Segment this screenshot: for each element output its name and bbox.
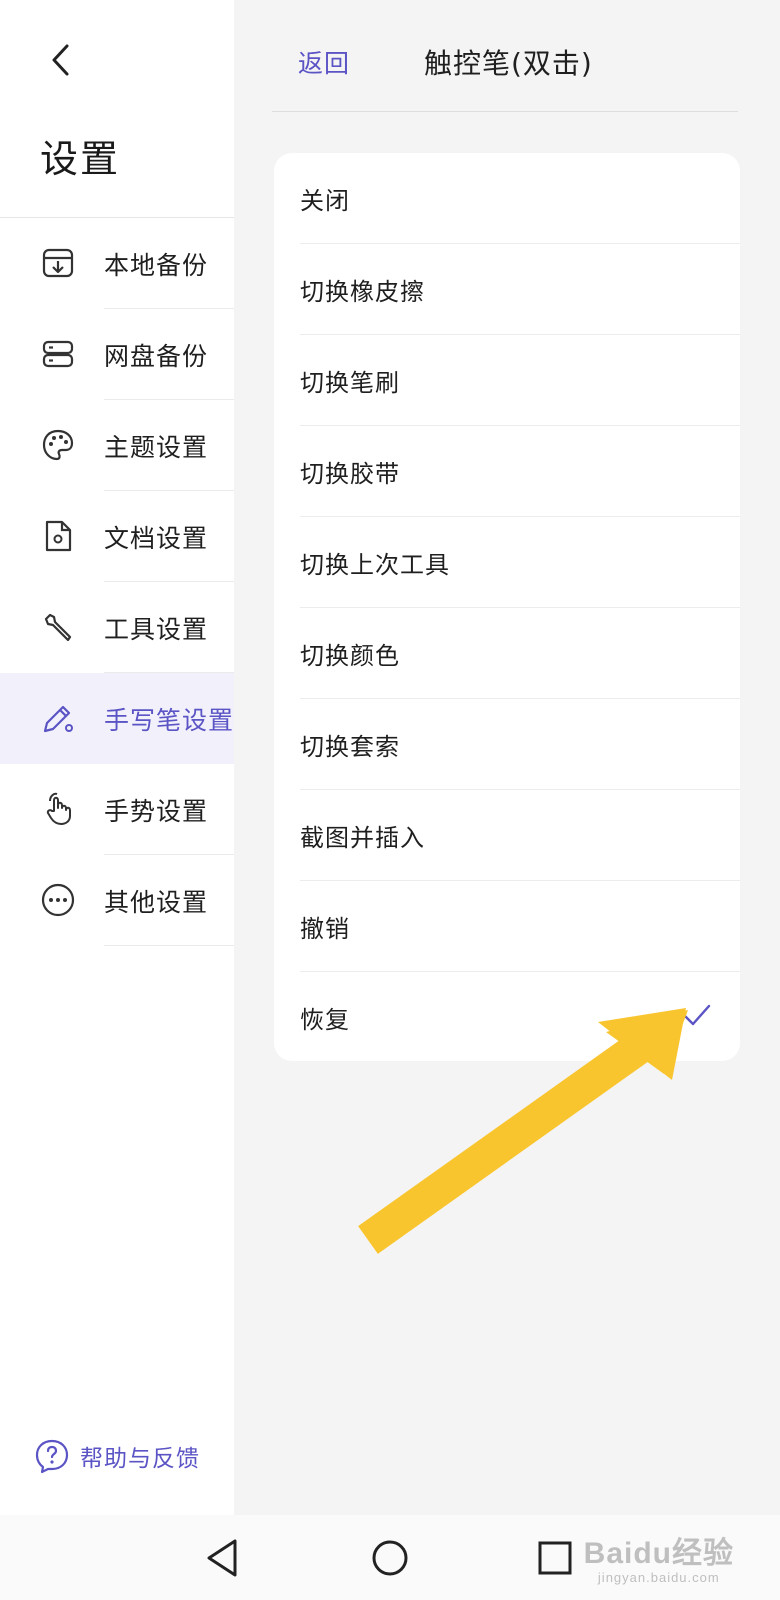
option-switch-tape[interactable]: 切换胶带 — [274, 426, 740, 517]
sidebar-item-cloud-backup[interactable]: 网盘备份 — [0, 309, 234, 400]
sidebar-item-label: 网盘备份 — [104, 341, 209, 371]
sidebar-item-label: 文档设置 — [104, 523, 209, 553]
sidebar-item-label: 主题设置 — [104, 432, 209, 462]
option-screenshot-insert[interactable]: 截图并插入 — [274, 790, 740, 881]
settings-sidebar: 设置 本地备份 网盘备份 主题设置 文档设置 工具设置 手写笔设置 手势设置 其… — [0, 0, 234, 1515]
help-feedback-label: 帮助与反馈 — [80, 1446, 200, 1472]
option-switch-lasso[interactable]: 切换套索 — [274, 699, 740, 790]
gesture-hand-icon — [46, 792, 71, 825]
sidebar-item-theme[interactable]: 主题设置 — [0, 400, 234, 491]
nav-recents-icon[interactable] — [530, 1533, 580, 1583]
local-backup-icon — [42, 248, 74, 278]
sidebar-item-gesture[interactable]: 手势设置 — [0, 764, 234, 855]
divider — [272, 111, 738, 112]
sidebar-item-local-backup[interactable]: 本地备份 — [0, 218, 234, 309]
option-label: 撤销 — [300, 915, 350, 943]
option-label: 切换橡皮擦 — [300, 278, 425, 306]
panel-title: 触控笔(双击) — [424, 47, 593, 80]
option-switch-color[interactable]: 切换颜色 — [274, 608, 740, 699]
nav-back-icon[interactable] — [199, 1533, 249, 1583]
option-switch-last-tool[interactable]: 切换上次工具 — [274, 517, 740, 608]
sidebar-item-label: 手势设置 — [104, 796, 209, 826]
nav-home-icon[interactable] — [365, 1533, 415, 1583]
panel-back-button[interactable]: 返回 — [298, 44, 350, 80]
sidebar-item-stylus[interactable]: 手写笔设置 — [0, 673, 234, 764]
option-redo[interactable]: 恢复 — [274, 972, 740, 1063]
option-label: 切换颜色 — [300, 642, 400, 670]
cloud-backup-icon — [42, 340, 74, 368]
option-label: 关闭 — [300, 187, 350, 215]
option-switch-brush[interactable]: 切换笔刷 — [274, 335, 740, 426]
divider — [104, 945, 234, 946]
back-button[interactable] — [38, 38, 82, 82]
sidebar-item-label: 本地备份 — [104, 250, 209, 280]
sidebar-item-other[interactable]: 其他设置 — [0, 855, 234, 946]
sidebar-item-label: 工具设置 — [104, 614, 209, 644]
sidebar-title: 设置 — [40, 137, 121, 181]
option-switch-eraser[interactable]: 切换橡皮擦 — [274, 244, 740, 335]
document-settings-icon — [45, 520, 72, 552]
option-undo[interactable]: 撤销 — [274, 881, 740, 972]
wrench-icon — [44, 613, 72, 642]
stylus-double-tap-panel: 返回 触控笔(双击) 关闭 切换橡皮擦 切换笔刷 切换胶带 切换上次工具 切换颜… — [234, 0, 780, 1515]
sidebar-item-label: 其他设置 — [104, 887, 209, 917]
palette-icon — [42, 429, 74, 461]
checkmark-icon — [683, 1004, 711, 1026]
option-label: 切换笔刷 — [300, 369, 400, 397]
option-label: 切换胶带 — [300, 460, 400, 488]
option-label: 截图并插入 — [300, 824, 425, 852]
sidebar-item-document[interactable]: 文档设置 — [0, 491, 234, 582]
help-question-icon — [35, 1439, 69, 1474]
help-feedback-link[interactable]: 帮助与反馈 — [34, 1438, 200, 1474]
option-label: 切换套索 — [300, 733, 400, 761]
more-dots-icon — [41, 883, 75, 917]
option-label: 切换上次工具 — [300, 551, 450, 579]
options-list: 关闭 切换橡皮擦 切换笔刷 切换胶带 切换上次工具 切换颜色 切换套索 截图并插… — [274, 153, 740, 1061]
option-off[interactable]: 关闭 — [274, 153, 740, 244]
sidebar-item-label: 手写笔设置 — [104, 705, 235, 735]
system-nav-bar — [0, 1515, 780, 1600]
sidebar-item-tools[interactable]: 工具设置 — [0, 582, 234, 673]
settings-nav: 本地备份 网盘备份 主题设置 文档设置 工具设置 手写笔设置 手势设置 其他设置 — [0, 218, 234, 946]
chevron-left-icon — [52, 44, 69, 76]
option-label: 恢复 — [300, 1006, 350, 1034]
pen-settings-icon — [43, 705, 73, 733]
